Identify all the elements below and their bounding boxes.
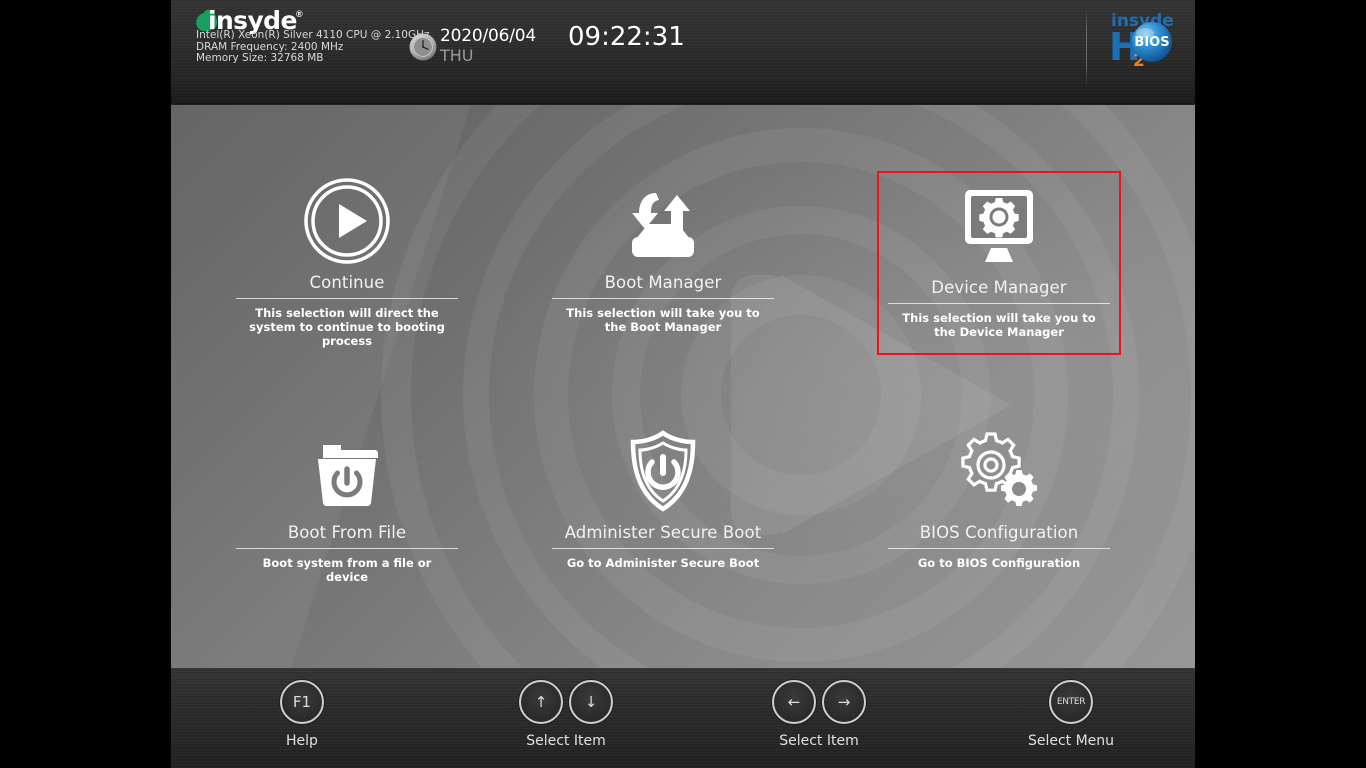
tile-title: Continue [309,273,385,292]
key-label: ↑ [534,693,548,711]
key-label: → [837,693,851,711]
select-menu-label: Select Menu [1027,733,1115,749]
console-area: insyde ® Intel(R) Xeon(R) Silver 4110 CP… [171,0,1195,768]
main-menu-area: Continue This selection will direct the … [171,105,1195,668]
header-bar: insyde ® Intel(R) Xeon(R) Silver 4110 CP… [171,0,1195,105]
tile-description: Go to Administer Secure Boot [566,556,760,570]
play-circle-icon [227,173,467,265]
tile-divider [888,548,1110,549]
select-item-label: Select Item [779,733,859,749]
tile-title: Device Manager [931,278,1067,297]
tile-title: Administer Secure Boot [564,523,762,542]
tile-divider [888,303,1110,304]
bios-screen: insyde ® Intel(R) Xeon(R) Silver 4110 CP… [0,0,1366,768]
svg-text:BIOS: BIOS [1134,35,1169,50]
enter-key-icon[interactable]: ENTER [1049,680,1093,724]
menu-tile-administer-secure-boot[interactable]: Administer Secure Boot Go to Administer … [543,423,783,570]
tile-divider [552,298,774,299]
monitor-gear-icon [879,178,1119,270]
tile-divider [552,548,774,549]
arrow-up-key-icon[interactable]: ↑ [519,680,563,724]
boot-manager-icon [543,173,783,265]
tile-divider [236,298,458,299]
tile-description: Go to BIOS Configuration [917,556,1081,570]
key-label: ← [787,693,801,711]
folder-power-icon [227,423,467,515]
gears-icon [879,423,1119,515]
clock-icon [409,33,437,61]
footer-help-bar: F1 Help ↑ ↓ Select Item ← → Select Item … [171,668,1195,768]
key-label: F1 [292,693,312,711]
menu-tile-boot-manager[interactable]: Boot Manager This selection will take yo… [543,173,783,334]
help-label: Help [286,733,318,749]
tile-description: This selection will take you to the Boot… [566,306,760,334]
tile-description: Boot system from a file or device [262,556,432,584]
tile-title: Boot From File [287,523,407,542]
registered-mark: ® [296,9,303,19]
select-item-horizontal-group[interactable]: ← → Select Item [729,680,909,749]
tile-title: Boot Manager [604,273,722,292]
select-item-vertical-group[interactable]: ↑ ↓ Select Item [476,680,656,749]
menu-tile-device-manager[interactable]: Device Manager This selection will take … [877,171,1121,355]
time-text: 09:22:31 [568,22,685,52]
arrow-down-key-icon[interactable]: ↓ [569,680,613,724]
help-key-group[interactable]: F1 Help [262,680,342,749]
arrow-left-key-icon[interactable]: ← [772,680,816,724]
weekday-text: THU [440,46,474,65]
menu-tile-boot-from-file[interactable]: Boot From File Boot system from a file o… [227,423,467,584]
shield-power-icon [543,423,783,515]
tile-description: This selection will take you to the Devi… [902,311,1096,339]
header-divider [1086,8,1087,88]
menu-tile-continue[interactable]: Continue This selection will direct the … [227,173,467,348]
key-label: ENTER [1056,697,1086,707]
arrow-right-key-icon[interactable]: → [822,680,866,724]
menu-tile-bios-configuration[interactable]: BIOS Configuration Go to BIOS Configurat… [879,423,1119,570]
f1-key-icon[interactable]: F1 [280,680,324,724]
tile-title: BIOS Configuration [919,523,1079,542]
select-menu-group[interactable]: ENTER Select Menu [981,680,1161,749]
date-text: 2020/06/04 [440,26,536,46]
tile-divider [236,548,458,549]
insyde-h2o-bios-logo: insyde H 2 BIOS [1109,11,1174,71]
key-label: ↓ [584,693,598,711]
tile-description: This selection will direct the system to… [249,306,445,348]
select-item-label: Select Item [526,733,606,749]
